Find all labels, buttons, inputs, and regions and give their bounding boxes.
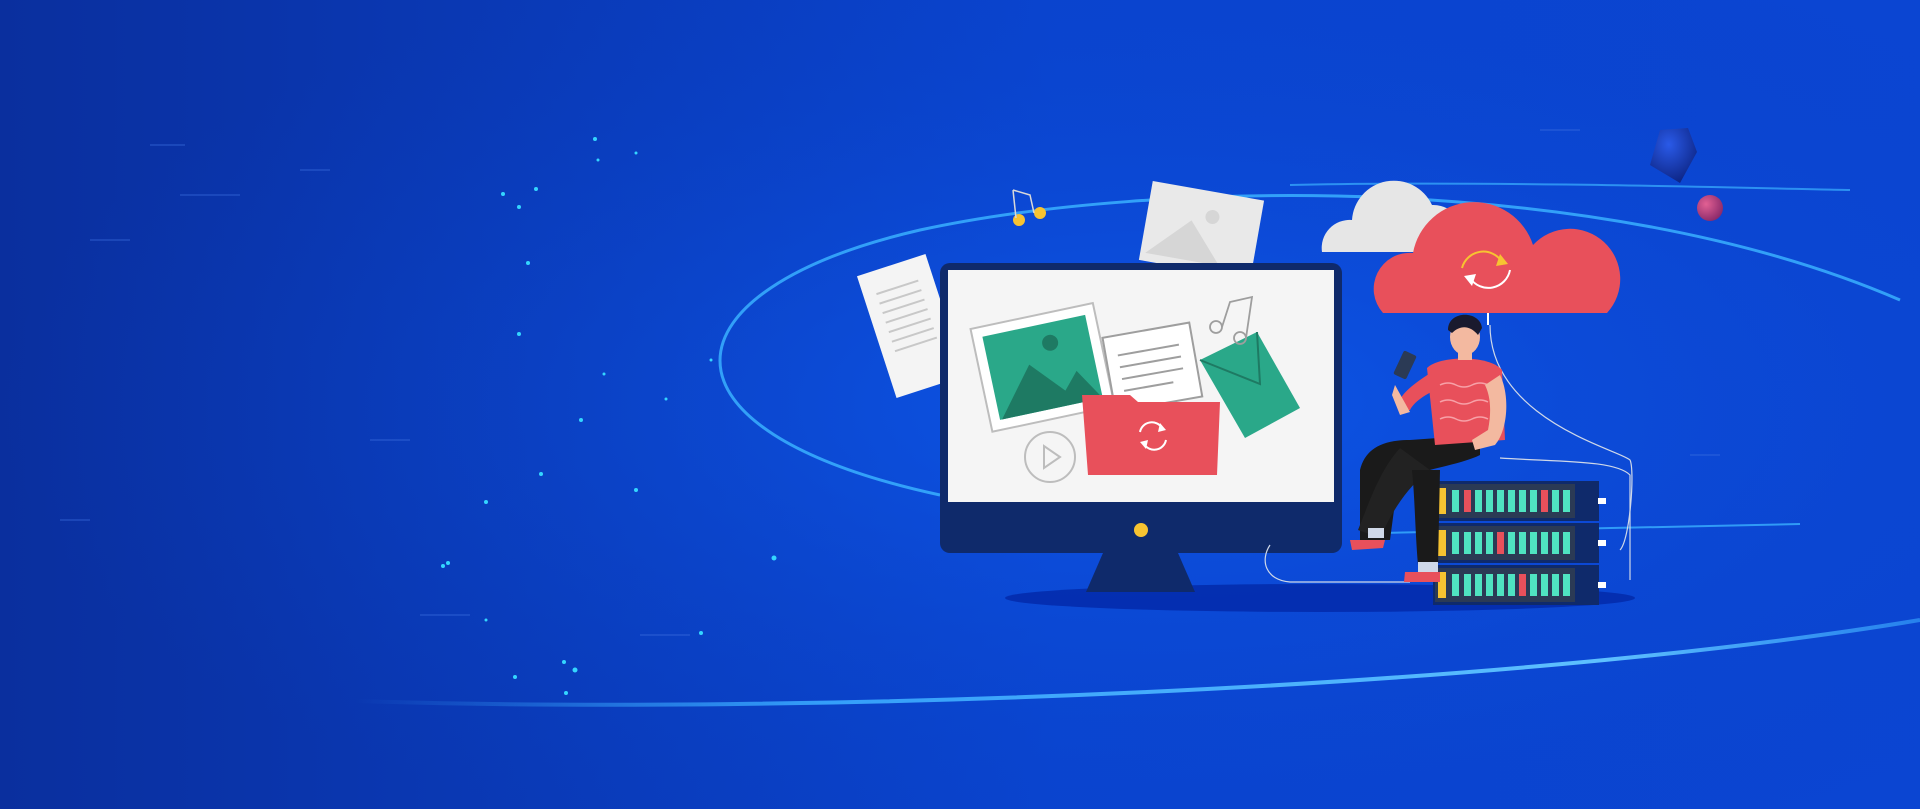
sphere-shape: [1697, 195, 1723, 221]
hero-banner: [0, 0, 1920, 809]
illustration: [0, 0, 1920, 809]
server-rack-icon: [1433, 481, 1606, 605]
folder-sync-icon: [1082, 395, 1220, 475]
